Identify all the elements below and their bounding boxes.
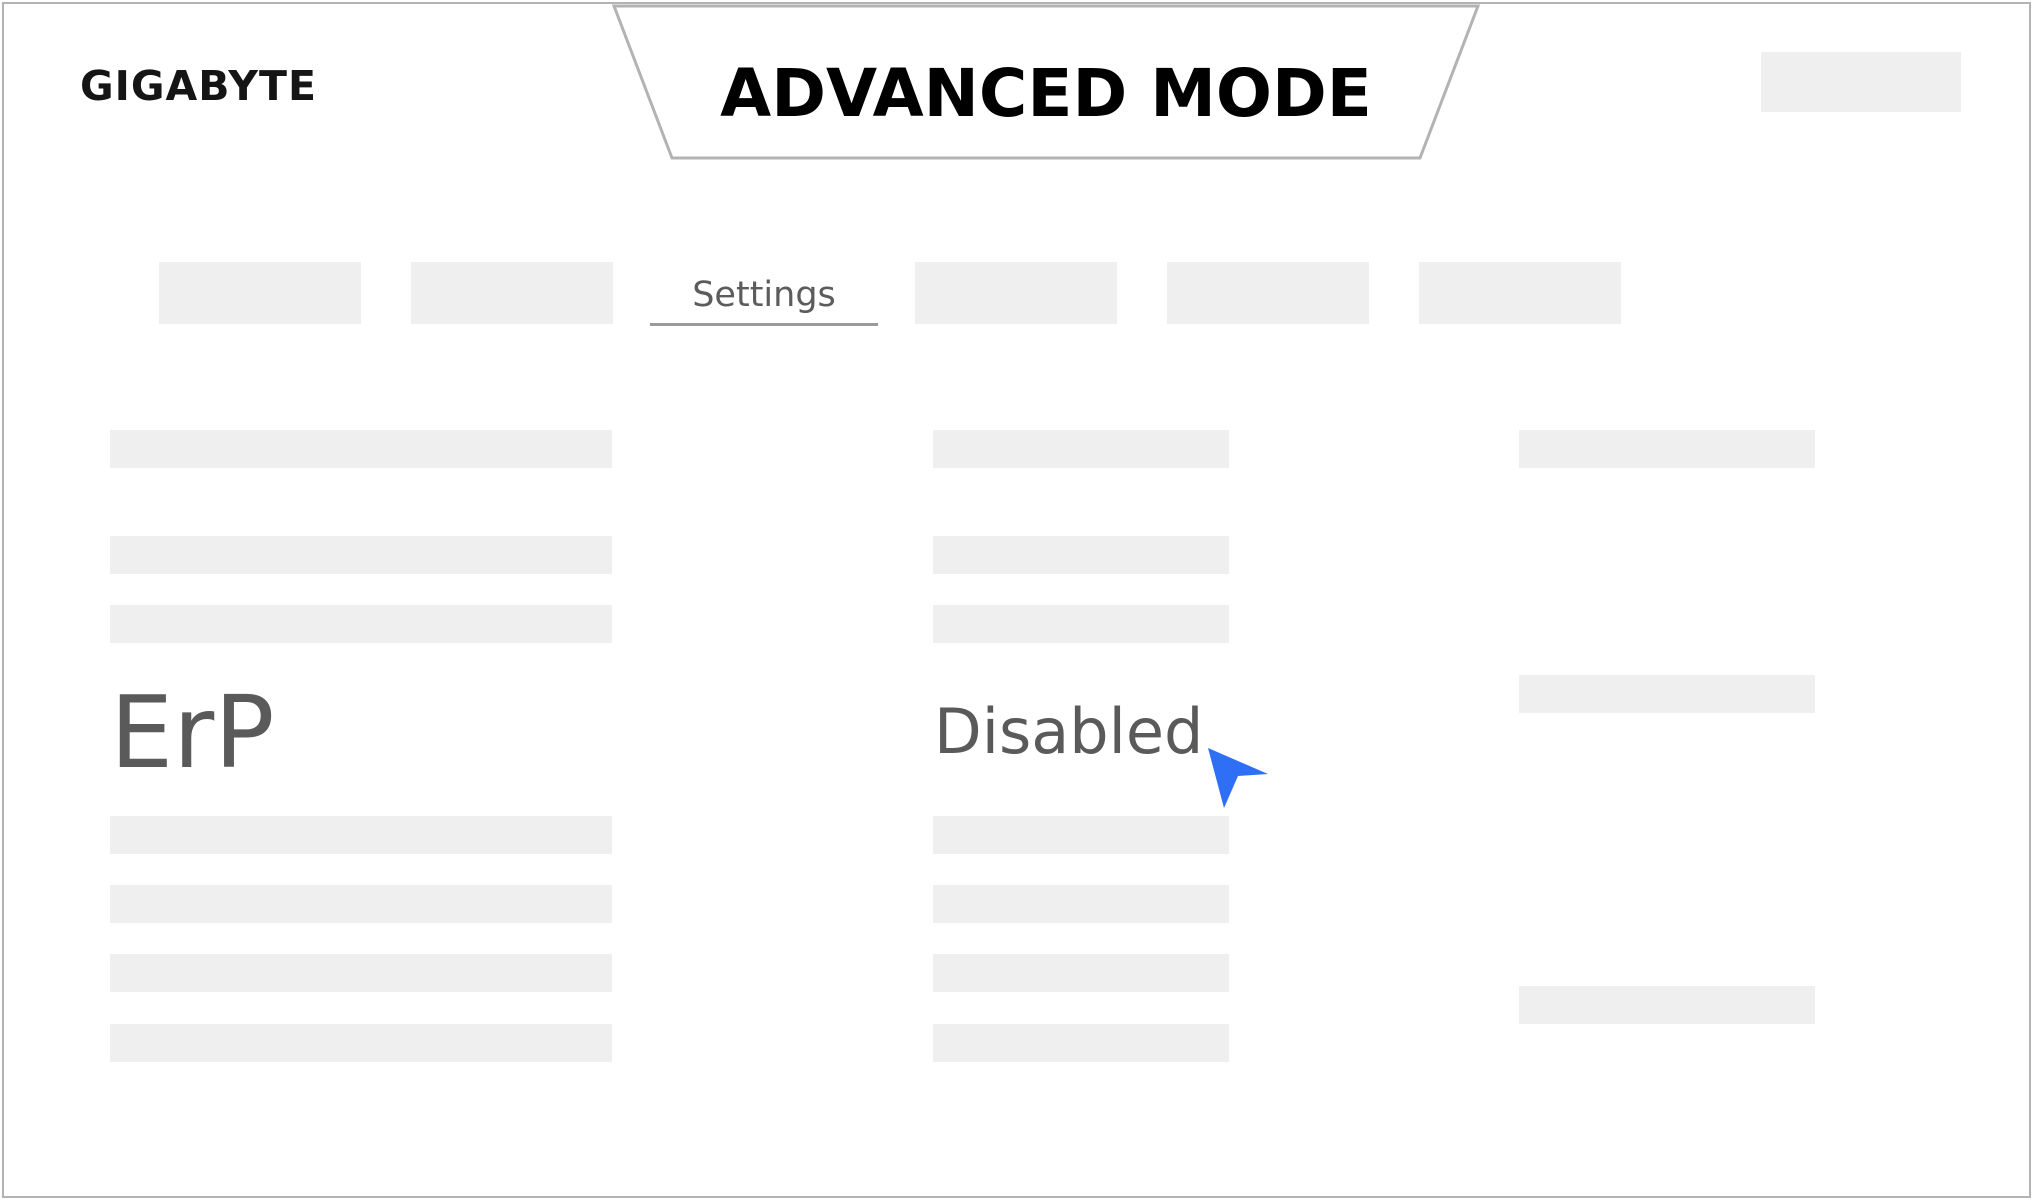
- setting-value-placeholder[interactable]: [933, 954, 1229, 992]
- tab-placeholder-6[interactable]: [1419, 262, 1621, 324]
- tab-placeholder-4[interactable]: [915, 262, 1117, 324]
- setting-value-placeholder[interactable]: [933, 536, 1229, 574]
- setting-value-placeholder[interactable]: [933, 1024, 1229, 1062]
- info-panel-placeholder: [1519, 986, 1815, 1024]
- gigabyte-logo: GIGABYTE: [80, 62, 317, 110]
- setting-name-erp[interactable]: ErP: [110, 672, 275, 794]
- setting-value-placeholder[interactable]: [933, 885, 1229, 923]
- mode-title: ADVANCED MODE: [720, 55, 1372, 132]
- setting-value-placeholder[interactable]: [933, 816, 1229, 854]
- setting-value-erp[interactable]: Disabled: [934, 694, 1203, 770]
- setting-name-placeholder[interactable]: [110, 954, 612, 992]
- setting-name-placeholder[interactable]: [110, 816, 612, 854]
- tab-placeholder-5[interactable]: [1167, 262, 1369, 324]
- setting-name-placeholder[interactable]: [110, 536, 612, 574]
- setting-value-placeholder[interactable]: [933, 605, 1229, 643]
- tab-placeholder-1[interactable]: [159, 262, 361, 324]
- tab-placeholder-2[interactable]: [411, 262, 613, 324]
- pointer-arrow-icon: [1208, 748, 1268, 808]
- info-panel-placeholder: [1519, 430, 1815, 468]
- bios-window: GIGABYTE ADVANCED MODE Settings ErP Disa…: [2, 2, 2031, 1198]
- setting-value-placeholder[interactable]: [933, 430, 1229, 468]
- setting-name-placeholder[interactable]: [110, 605, 612, 643]
- setting-name-placeholder[interactable]: [110, 1024, 612, 1062]
- info-panel-placeholder: [1519, 675, 1815, 713]
- window-control-placeholder[interactable]: [1761, 52, 1961, 112]
- setting-name-placeholder[interactable]: [110, 430, 612, 468]
- setting-name-placeholder[interactable]: [110, 885, 612, 923]
- tab-settings[interactable]: Settings: [650, 266, 878, 326]
